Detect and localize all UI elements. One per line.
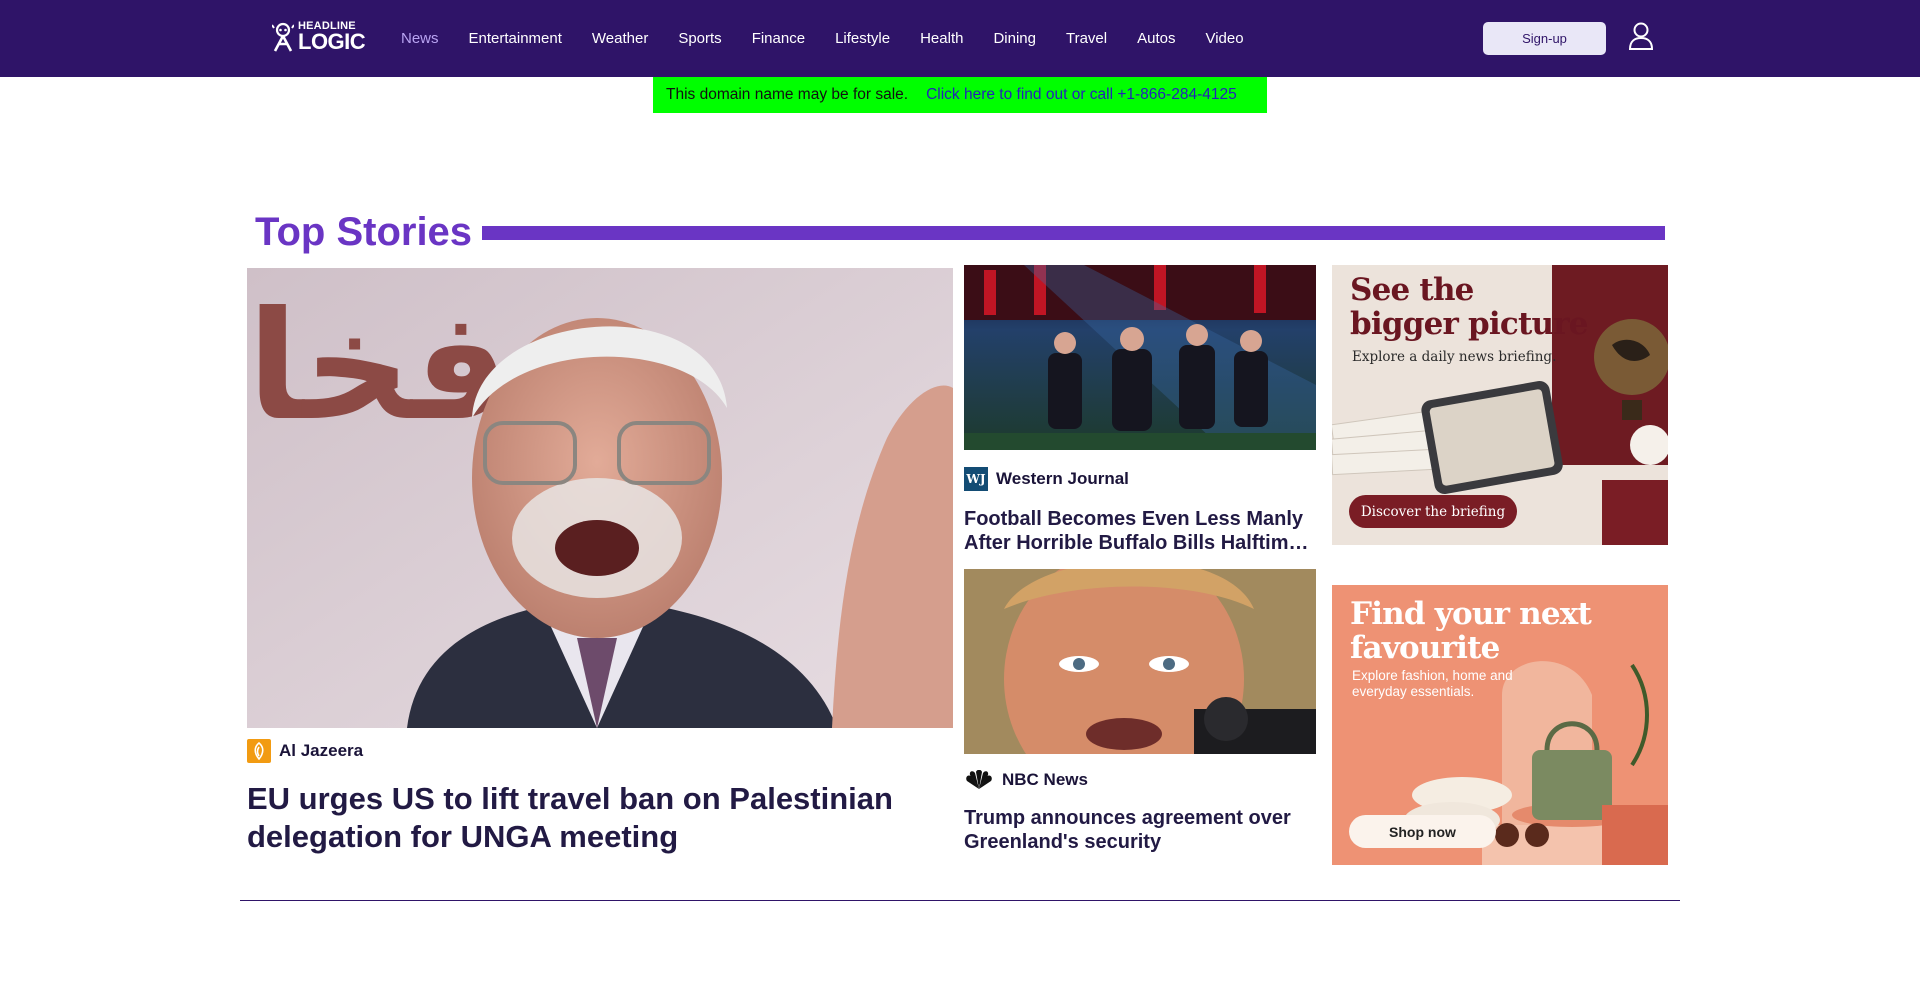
- top-nav-bar: HEADLINE LOGIC News Entertainment Weathe…: [0, 0, 1920, 77]
- story-card-1-source-name: Western Journal: [996, 469, 1129, 488]
- wall-arabic-text: فخا: [247, 280, 510, 454]
- story-card-2-headline[interactable]: Trump announces agreement over Greenland…: [964, 806, 1316, 854]
- domain-sale-link[interactable]: Click here to find out or call +1-866-28…: [926, 86, 1237, 104]
- nav-item-health[interactable]: Health: [920, 30, 963, 47]
- nav-item-lifestyle[interactable]: Lifestyle: [835, 30, 890, 47]
- signup-button[interactable]: Sign-up: [1483, 22, 1606, 55]
- ad-briefing-cta-button[interactable]: Discover the briefing: [1349, 495, 1517, 528]
- story-card-2-source[interactable]: NBC News: [964, 767, 1088, 793]
- story-card-1-headline[interactable]: Football Becomes Even Less Manly After H…: [964, 507, 1316, 555]
- section-bottom-divider: [240, 900, 1680, 901]
- logo-text-bottom: LOGIC: [298, 29, 366, 54]
- nbc-peacock-icon: [964, 768, 994, 792]
- main-story-image[interactable]: فخا: [247, 268, 953, 728]
- main-story-source[interactable]: Al Jazeera: [247, 738, 363, 764]
- story-card-1-source[interactable]: WJ Western Journal: [964, 466, 1129, 492]
- nav-item-weather[interactable]: Weather: [592, 30, 648, 47]
- main-story-source-name: Al Jazeera: [279, 741, 364, 760]
- site-logo[interactable]: HEADLINE LOGIC: [272, 20, 366, 54]
- story-card-2-source-name: NBC News: [1002, 770, 1088, 789]
- story-card-2-photo: [964, 569, 1316, 754]
- logo-robot-icon: [272, 22, 294, 52]
- al-jazeera-logo-icon: [247, 739, 271, 763]
- domain-sale-text: This domain name may be for sale.: [666, 86, 909, 103]
- nav-item-dining[interactable]: Dining: [993, 30, 1036, 47]
- domain-sale-banner: This domain name may be for sale. Click …: [653, 77, 1267, 113]
- ad-shopping-title: Find your next favourite: [1350, 596, 1592, 666]
- story-card-1-image[interactable]: [964, 265, 1316, 450]
- ad-briefing-subtitle: Explore a daily news briefing.: [1352, 349, 1557, 365]
- nav-item-entertainment[interactable]: Entertainment: [469, 30, 562, 47]
- nav-item-sports[interactable]: Sports: [678, 30, 721, 47]
- ad-briefing-title: See the bigger picture: [1350, 272, 1589, 342]
- ad-shopping-cta-button[interactable]: Shop now: [1349, 815, 1496, 848]
- nav-item-news[interactable]: News: [401, 30, 439, 47]
- nav-item-video[interactable]: Video: [1205, 30, 1243, 47]
- nav-item-finance[interactable]: Finance: [752, 30, 805, 47]
- nav-item-autos[interactable]: Autos: [1137, 30, 1175, 47]
- ad-shopping[interactable]: Find your next favourite Explore fashion…: [1332, 585, 1668, 865]
- ad-briefing[interactable]: See the bigger picture Explore a daily n…: [1332, 265, 1668, 545]
- section-title-rule: [482, 226, 1665, 240]
- main-story-photo: فخا: [247, 268, 953, 728]
- western-journal-logo-icon: WJ: [964, 467, 988, 491]
- main-story-headline[interactable]: EU urges US to lift travel ban on Palest…: [247, 780, 953, 856]
- ad-shopping-subtitle: Explore fashion, home and everyday essen…: [1352, 668, 1513, 699]
- story-card-1-photo: [964, 265, 1316, 450]
- user-icon[interactable]: [1628, 22, 1654, 50]
- nav-item-travel[interactable]: Travel: [1066, 30, 1107, 47]
- section-title-top-stories: Top Stories: [255, 210, 473, 254]
- main-nav: News Entertainment Weather Sports Financ…: [401, 0, 1274, 77]
- story-card-2-image[interactable]: [964, 569, 1316, 754]
